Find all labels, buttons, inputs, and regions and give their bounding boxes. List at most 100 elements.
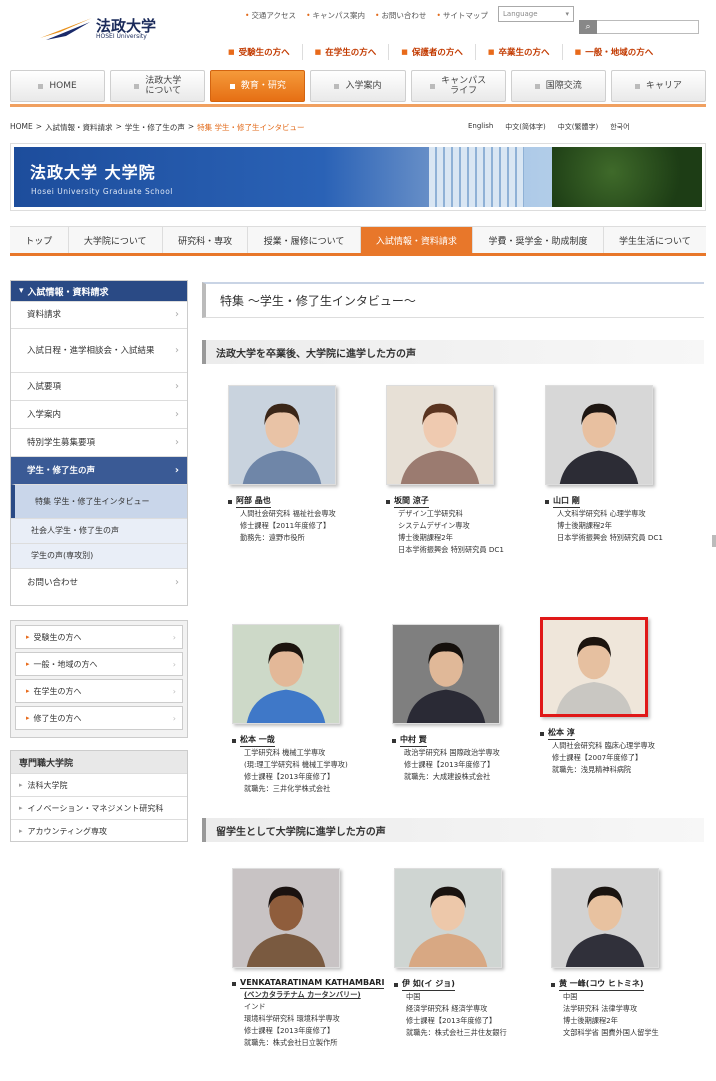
sidebar-item-guidelines[interactable]: 入試要項 bbox=[11, 372, 187, 400]
sidebar-subitem-interview[interactable]: 特集 学生・修了生インタビュー bbox=[11, 484, 187, 518]
profile-card[interactable]: 松本 一哉 工学研究科 機械工学専攻 (現:理工学研究科 機械工学専攻) 修士課程【2… bbox=[232, 624, 392, 795]
breadcrumb-separator: > bbox=[115, 122, 122, 131]
breadcrumb: HOME > 入試情報・資料請求 > 学生・修了生の声 > 特集 学生・修了生インタビ… bbox=[10, 122, 305, 133]
global-nav-admission[interactable]: 入学案内 bbox=[310, 70, 406, 102]
utility-link[interactable]: • お問い合わせ bbox=[375, 10, 426, 21]
audience-link[interactable]: ■ 受験生の方へ bbox=[228, 44, 302, 60]
lang-link-zh-hant[interactable]: 中文(繁體字) bbox=[558, 122, 598, 132]
audience-link[interactable]: ■ 卒業生の方へ bbox=[474, 44, 562, 60]
subnav-tuition[interactable]: 学費・奨学金・助成制度 bbox=[473, 227, 604, 253]
profile-card[interactable]: 松本 淳人間社会研究科 臨床心理学専攻 修士課程【2007年度修了】 就職先：浅見精… bbox=[540, 617, 700, 776]
scrollbar-thumb[interactable] bbox=[712, 535, 716, 547]
profile-name[interactable]: 阿部 晶也 bbox=[228, 495, 388, 508]
sidebar-subitem-working-adults[interactable]: 社会人学生・修了生の声 bbox=[11, 518, 187, 543]
global-nav-international[interactable]: 国際交流 bbox=[510, 70, 606, 102]
sidebar-subitem-by-major[interactable]: 学生の声(専攻別) bbox=[11, 543, 187, 568]
breadcrumb-item[interactable]: 学生・修了生の声 bbox=[125, 122, 185, 133]
graduate-school-banner[interactable]: 法政大学 大学院 Hosei University Graduate Schoo… bbox=[10, 143, 706, 211]
profile-photo[interactable] bbox=[228, 385, 336, 485]
breadcrumb-item[interactable]: HOME bbox=[10, 122, 33, 133]
breadcrumb-separator: > bbox=[35, 122, 43, 131]
profile-name[interactable]: 黄 一峰(コウ ヒトミネ) bbox=[551, 978, 711, 991]
subnav-top[interactable]: トップ bbox=[10, 227, 69, 253]
sidebar-item-voices[interactable]: 学生・修了生の声 bbox=[11, 456, 187, 484]
professional-link-innovation[interactable]: イノベーション・マネジメント研究科 bbox=[11, 796, 187, 819]
profile-name[interactable]: VENKATARATINAM KATHAMBARI bbox=[232, 978, 392, 989]
sidebar-heading-label: 入試情報・資料請求 bbox=[27, 287, 109, 298]
lang-link-korean[interactable]: 한국어 bbox=[610, 122, 629, 132]
global-nav-education[interactable]: 教育・研究 bbox=[210, 70, 306, 102]
audience-link-label: 保護者の方へ bbox=[411, 48, 463, 58]
profile-name[interactable]: 松本 一哉 bbox=[232, 734, 392, 747]
breadcrumb-item[interactable]: 入試情報・資料請求 bbox=[45, 122, 113, 133]
profile-card[interactable]: 黄 一峰(コウ ヒトミネ) 中国 法学研究科 法律学専攻 博士後期課程2年 文部科学省 … bbox=[551, 868, 711, 1039]
sidebar-item-admission-info[interactable]: 入学案内 bbox=[11, 400, 187, 428]
sidebar-item-contact[interactable]: お問い合わせ bbox=[11, 568, 187, 596]
audience-button-public[interactable]: 一般・地域の方へ bbox=[15, 652, 183, 676]
search-input[interactable] bbox=[579, 20, 699, 34]
profile-name[interactable]: 山口 剛 bbox=[545, 495, 705, 508]
subnav-admissions[interactable]: 入試情報・資料請求 bbox=[360, 227, 474, 253]
subnav-student-life[interactable]: 学生生活について bbox=[604, 227, 706, 253]
profile-photo[interactable] bbox=[232, 868, 340, 968]
search-button[interactable]: ⌕ bbox=[579, 20, 597, 34]
audience-button-alumni[interactable]: 修了生の方へ bbox=[15, 706, 183, 730]
profile-photo[interactable] bbox=[232, 624, 340, 724]
chevron-down-icon: ▾ bbox=[565, 10, 569, 18]
portrait-icon bbox=[552, 869, 658, 967]
professional-link-accounting[interactable]: アカウンティング専攻 bbox=[11, 819, 187, 842]
professional-link-law[interactable]: 法科大学院 bbox=[11, 773, 187, 796]
profile-detail: 修士課程【2013年度修了】 bbox=[244, 772, 335, 781]
profile-name[interactable]: 伊 如(イ ジョ) bbox=[394, 978, 554, 991]
profile-photo[interactable] bbox=[394, 868, 502, 968]
profile-card[interactable]: 坂間 涼子 デザイン工学研究科 システムデザイン専攻 博士後期課程2年 日本学術振興会 … bbox=[386, 385, 546, 556]
portrait-icon bbox=[387, 386, 493, 484]
profile-photo[interactable] bbox=[386, 385, 494, 485]
lang-link-zh-hans[interactable]: 中文(简体字) bbox=[505, 122, 545, 132]
bullet-icon: ■ bbox=[228, 48, 235, 56]
subnav-programs[interactable]: 研究科・専攻 bbox=[163, 227, 249, 253]
profile-card[interactable]: 中村 賢政治学研究科 国際政治学専攻 修士課程【2013年度修了】 就職先：大成建設… bbox=[392, 624, 552, 783]
global-nav-home[interactable]: HOME bbox=[10, 70, 106, 102]
lang-link-english[interactable]: English bbox=[468, 122, 493, 132]
section-heading-international: 留学生として大学院に進学した方の声 bbox=[202, 818, 704, 842]
audience-links: ■ 受験生の方へ ■ 在学生の方へ ■ 保護者の方へ ■ 卒業生の方へ ■ 一般・地域の方… bbox=[228, 44, 665, 60]
global-nav-about[interactable]: 法政大学 について bbox=[110, 70, 206, 102]
hosei-logo[interactable]: 法政大学 HOSEI University bbox=[38, 14, 178, 44]
global-nav-career[interactable]: キャリア bbox=[610, 70, 706, 102]
profile-photo[interactable] bbox=[392, 624, 500, 724]
profile-card[interactable]: 伊 如(イ ジョ) 中国 経済学研究科 経済学専攻 修士課程【2013年度修了】 就職先… bbox=[394, 868, 554, 1039]
profile-card[interactable]: 阿部 晶也 人間社会研究科 福祉社会専攻 修士課程【2011年度修了】 勤務先：遠野市… bbox=[228, 385, 388, 544]
profile-name[interactable]: 中村 賢 bbox=[392, 734, 552, 747]
square-icon bbox=[634, 83, 640, 89]
profile-card[interactable]: 山口 剛人文科学研究科 心理学専攻 博士後期課程2年 日本学術振興会 特別研究員 D… bbox=[545, 385, 705, 544]
profile-card[interactable]: VENKATARATINAM KATHAMBARI (ベンカタラチナム カータンバ… bbox=[232, 868, 392, 1049]
audience-link[interactable]: ■ 保護者の方へ bbox=[388, 44, 475, 60]
section-heading-alumni: 法政大学を卒業後、大学院に進学した方の声 bbox=[202, 340, 704, 364]
profile-name[interactable]: 松本 淳 bbox=[540, 727, 700, 740]
audience-button-applicants[interactable]: 受験生の方へ bbox=[15, 625, 183, 649]
profile-photo[interactable] bbox=[540, 617, 648, 717]
profile-name[interactable]: 坂間 涼子 bbox=[386, 495, 546, 508]
language-select[interactable]: Language ▾ bbox=[498, 6, 574, 22]
global-nav-campus-life[interactable]: キャンパス ライフ bbox=[410, 70, 506, 102]
profile-detail: 博士後期課程2年 bbox=[563, 1016, 618, 1025]
portrait-icon bbox=[233, 869, 339, 967]
profile-detail: 人間社会研究科 福祉社会専攻 bbox=[240, 509, 336, 518]
audience-link[interactable]: ■ 在学生の方へ bbox=[301, 44, 389, 60]
subnav-about[interactable]: 大学院について bbox=[69, 227, 163, 253]
square-icon bbox=[334, 83, 340, 89]
utility-link[interactable]: • サイトマップ bbox=[436, 10, 487, 21]
audience-link[interactable]: ■ 一般・地域の方へ bbox=[561, 44, 666, 60]
utility-link[interactable]: • 交通アクセス bbox=[245, 10, 296, 21]
profile-photo[interactable] bbox=[551, 868, 659, 968]
audience-link-label: 在学生の方へ bbox=[325, 48, 377, 58]
profile-photo[interactable] bbox=[545, 385, 653, 485]
sidebar-item-materials[interactable]: 資料請求 bbox=[11, 301, 187, 328]
subnav-courses[interactable]: 授業・履修について bbox=[248, 227, 361, 253]
sidebar-item-special-recruit[interactable]: 特別学生募集要項 bbox=[11, 428, 187, 456]
sidebar-item-schedule[interactable]: 入試日程・進学相談会・入試結果 bbox=[11, 328, 187, 372]
utility-link[interactable]: • キャンパス案内 bbox=[306, 10, 365, 21]
profile-detail: 就職先：三井化学株式会社 bbox=[244, 784, 331, 793]
audience-button-students[interactable]: 在学生の方へ bbox=[15, 679, 183, 703]
